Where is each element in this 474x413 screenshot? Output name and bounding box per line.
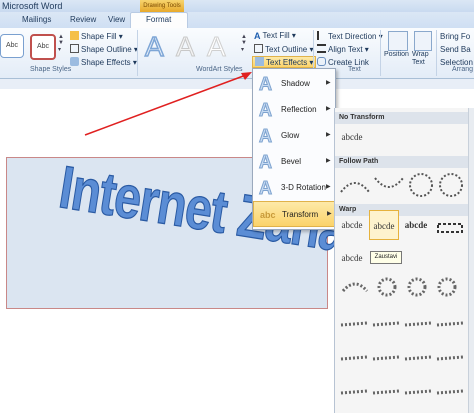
- gallery-scrollbar[interactable]: [468, 108, 474, 413]
- text-effects-button[interactable]: Text Effects ▾: [252, 56, 317, 68]
- no-transform-option[interactable]: abcde: [339, 132, 365, 150]
- gallery-header-follow-path: Follow Path: [335, 156, 474, 168]
- bring-forward-button[interactable]: Bring Fo: [440, 32, 470, 41]
- warp-option-selected[interactable]: abcde: [369, 210, 399, 240]
- ribbon-separator: [380, 30, 381, 76]
- text-outline-icon: [254, 44, 263, 53]
- tab-view[interactable]: View: [108, 15, 125, 24]
- submenu-arrow-icon: ▶: [326, 132, 331, 138]
- reflection-icon: A: [259, 100, 273, 121]
- gallery-header-no-transform: No Transform: [335, 112, 474, 124]
- document-margin-strip: [0, 79, 474, 89]
- ribbon-separator: [137, 30, 138, 76]
- menu-item-glow[interactable]: A Glow ▶: [253, 123, 335, 149]
- pen-icon: [70, 44, 79, 53]
- rotation-icon: A: [259, 178, 273, 199]
- submenu-arrow-icon: ▶: [327, 211, 332, 217]
- shape-effects-icon: [70, 57, 79, 66]
- ribbon-separator: [436, 30, 437, 76]
- shape-effects-button[interactable]: Shape Effects ▾: [70, 57, 137, 67]
- wordart-style-option[interactable]: A: [144, 30, 164, 63]
- position-icon[interactable]: [388, 31, 408, 51]
- warp-options-grid[interactable]: [337, 273, 473, 413]
- wordart-style-option[interactable]: A: [207, 31, 227, 63]
- drawing-tools-context-tab: Drawing Tools: [140, 0, 184, 12]
- text-outline-button[interactable]: Text Outline ▾: [254, 44, 314, 54]
- shape-fill-button[interactable]: Shape Fill ▾: [70, 31, 123, 41]
- create-link-button[interactable]: Create Link: [317, 57, 369, 67]
- glow-icon: A: [259, 126, 273, 147]
- link-icon: [317, 57, 326, 66]
- text-direction-button[interactable]: Text Direction ▾: [317, 31, 383, 41]
- warp-option-triangle[interactable]: abcde: [403, 220, 429, 238]
- tab-format[interactable]: Format: [146, 15, 171, 24]
- group-label-arrange: Arrang: [452, 66, 474, 73]
- wordart-style-option[interactable]: A: [176, 31, 196, 63]
- menu-item-3d-rotation[interactable]: A 3-D Rotation ▶: [253, 175, 335, 201]
- group-label-shape-styles: Shape Styles: [30, 66, 72, 73]
- title-bar: [0, 0, 474, 12]
- transform-icon: abc: [260, 210, 276, 220]
- shape-outline-button[interactable]: Shape Outline ▾: [70, 44, 138, 54]
- tooltip: Zaustavi: [370, 251, 402, 264]
- shape-style-preview[interactable]: Abc: [30, 34, 56, 60]
- warp-option-wave[interactable]: [435, 220, 465, 236]
- bevel-icon: A: [259, 152, 273, 173]
- text-fill-icon: A: [254, 31, 261, 41]
- submenu-arrow-icon: ▶: [326, 184, 331, 190]
- shadow-icon: A: [259, 74, 273, 95]
- submenu-arrow-icon: ▶: [326, 106, 331, 112]
- align-text-button[interactable]: Align Text ▾: [317, 44, 369, 54]
- wrap-text-icon[interactable]: [414, 31, 432, 51]
- align-text-icon: [317, 44, 326, 53]
- warp-option-square[interactable]: abcde: [339, 220, 365, 238]
- warp-option-chevron[interactable]: abcde: [339, 253, 365, 271]
- tab-mailings[interactable]: Mailings: [22, 15, 51, 24]
- menu-item-bevel[interactable]: A Bevel ▶: [253, 149, 335, 175]
- window-title: Microsoft Word: [2, 1, 63, 11]
- menu-item-shadow[interactable]: A Shadow ▶: [253, 71, 335, 97]
- position-button[interactable]: Position: [384, 51, 409, 58]
- menu-item-reflection[interactable]: A Reflection ▶: [253, 97, 335, 123]
- group-label-wordart-styles: WordArt Styles: [196, 66, 243, 73]
- transform-gallery: No Transform abcde Follow Path Warp abcd…: [334, 108, 474, 413]
- paint-bucket-icon: [70, 31, 79, 40]
- text-effects-menu: A Shadow ▶ A Reflection ▶ A Glow ▶ A Bev…: [252, 68, 336, 230]
- text-direction-icon: [317, 31, 326, 40]
- follow-path-options[interactable]: [337, 170, 473, 200]
- wrap-text-button[interactable]: Wrap Text: [412, 51, 434, 67]
- group-label-text: Text: [348, 66, 361, 73]
- wordart-gallery-scroll-icon[interactable]: ▲ ▼ ▾: [241, 34, 247, 53]
- text-fill-button[interactable]: A Text Fill ▾: [254, 31, 296, 41]
- shape-style-preview[interactable]: Abc: [0, 34, 24, 58]
- send-backward-button[interactable]: Send Ba: [440, 45, 471, 54]
- tab-review[interactable]: Review: [70, 15, 96, 24]
- submenu-arrow-icon: ▶: [326, 80, 331, 86]
- menu-item-transform[interactable]: abc Transform ▶: [253, 201, 335, 227]
- submenu-arrow-icon: ▶: [326, 158, 331, 164]
- gallery-scroll-icon[interactable]: ▲ ▼ ▾: [58, 34, 64, 53]
- gallery-header-warp: Warp: [335, 204, 474, 216]
- text-effects-icon: [255, 57, 264, 66]
